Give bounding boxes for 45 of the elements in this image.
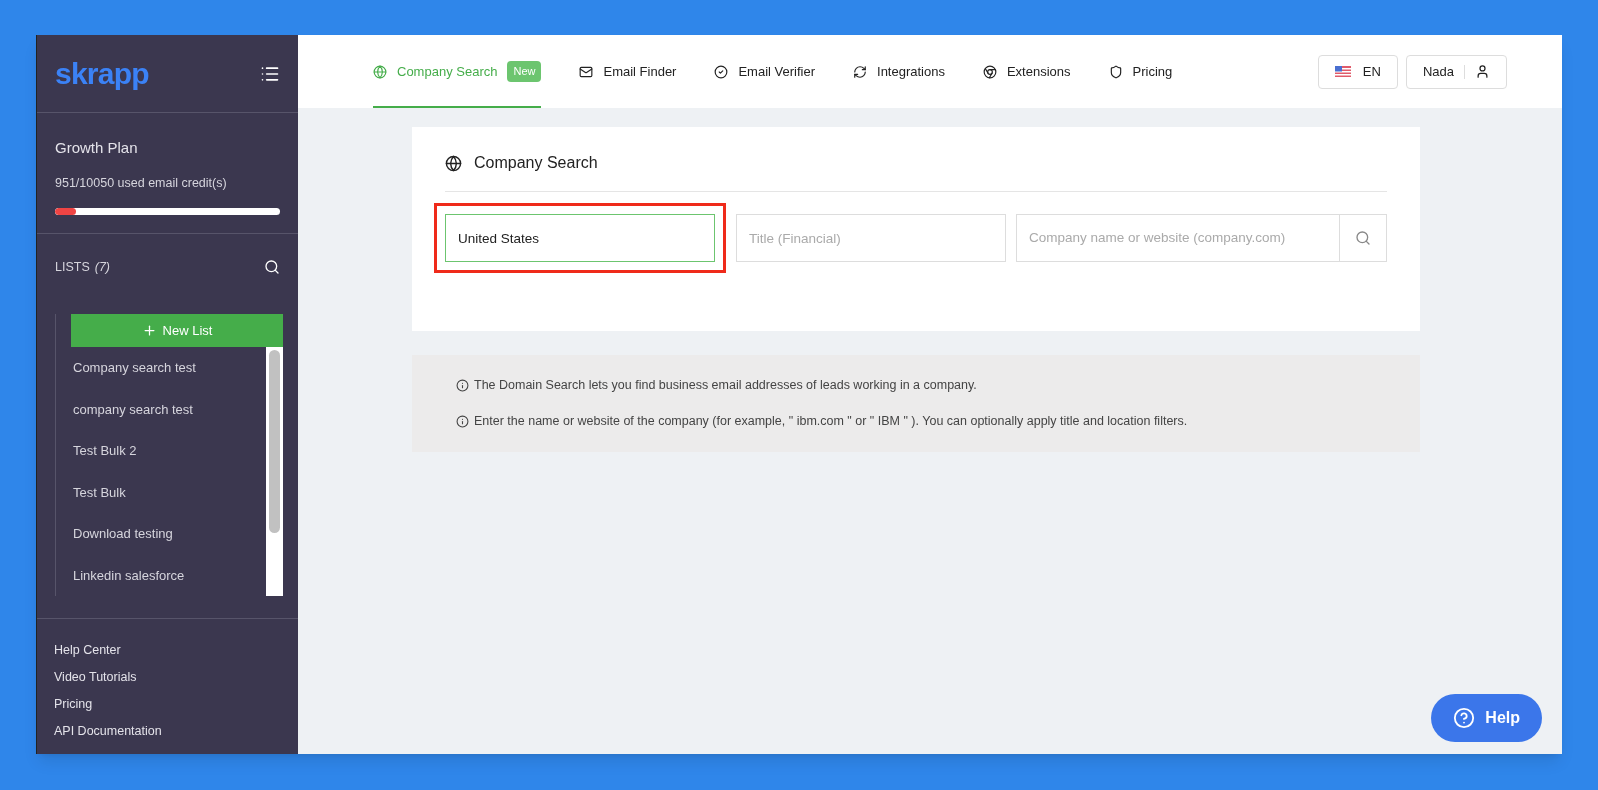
help-button[interactable]: Help	[1431, 694, 1542, 742]
search-icon	[1355, 230, 1371, 246]
sidebar-link[interactable]: Help Center	[54, 641, 281, 660]
browser-icon	[982, 64, 997, 79]
input-field[interactable]: Title (Financial)	[736, 214, 1006, 262]
list-item[interactable]: Company search test	[71, 347, 266, 389]
plan-name: Growth Plan	[55, 138, 139, 158]
sidebar-link[interactable]: Pricing	[54, 694, 281, 714]
list-item[interactable]: Test Bulk 2	[71, 430, 266, 472]
list-item[interactable]: Test Bulk	[71, 471, 266, 514]
info-icon	[456, 414, 469, 428]
help-icon	[1453, 707, 1476, 729]
list-item[interactable]: Download testing	[71, 513, 266, 555]
envelope-icon	[579, 64, 594, 79]
search-icon[interactable]	[264, 259, 280, 276]
lists-count: (7)	[94, 258, 111, 276]
lists-heading: LISTS	[55, 258, 90, 276]
language-button[interactable]: EN	[1317, 54, 1398, 89]
search-field[interactable]: Company name or website (company.com)	[1016, 214, 1340, 262]
new-badge: New	[507, 61, 542, 82]
info-text: The Domain Search lets you find business email addresses of leads working in a company.	[474, 377, 977, 394]
info-icon	[456, 378, 469, 392]
plus-icon	[141, 323, 157, 339]
nav-tab[interactable]: Extensions	[982, 35, 1071, 108]
nav-tab[interactable]: Email Verifier	[714, 35, 815, 108]
globe-icon	[373, 64, 387, 79]
input-field[interactable]: United States	[445, 214, 715, 262]
nav-tab[interactable]: Pricing	[1108, 35, 1173, 108]
list-item[interactable]: company search test	[71, 388, 266, 431]
scrollbar[interactable]	[266, 347, 283, 597]
shield-icon	[1108, 64, 1123, 79]
nav-tab[interactable]: Integrations	[853, 35, 945, 108]
card-title: Company Search	[474, 153, 598, 173]
sidebar-link[interactable]: Video Tutorials	[54, 668, 281, 687]
refresh-icon	[853, 64, 867, 79]
check-circle-icon	[714, 64, 729, 79]
credits-text: 951/10050 used email credit(s)	[55, 174, 228, 192]
info-text: Enter the name or website of the company (for example, " ibm.com " or " IBM " ). You can optionally apply title and location filters.	[474, 412, 1188, 430]
flag-icon	[1334, 66, 1351, 77]
sidebar-link[interactable]: API Documentation	[54, 721, 281, 741]
nav-tab[interactable]: Email Finder	[579, 35, 677, 108]
list-item[interactable]: Linkedin salesforce	[71, 554, 266, 597]
user-menu-button[interactable]: Nada	[1405, 54, 1507, 89]
user-icon	[1475, 64, 1490, 79]
globe-icon	[445, 154, 462, 172]
